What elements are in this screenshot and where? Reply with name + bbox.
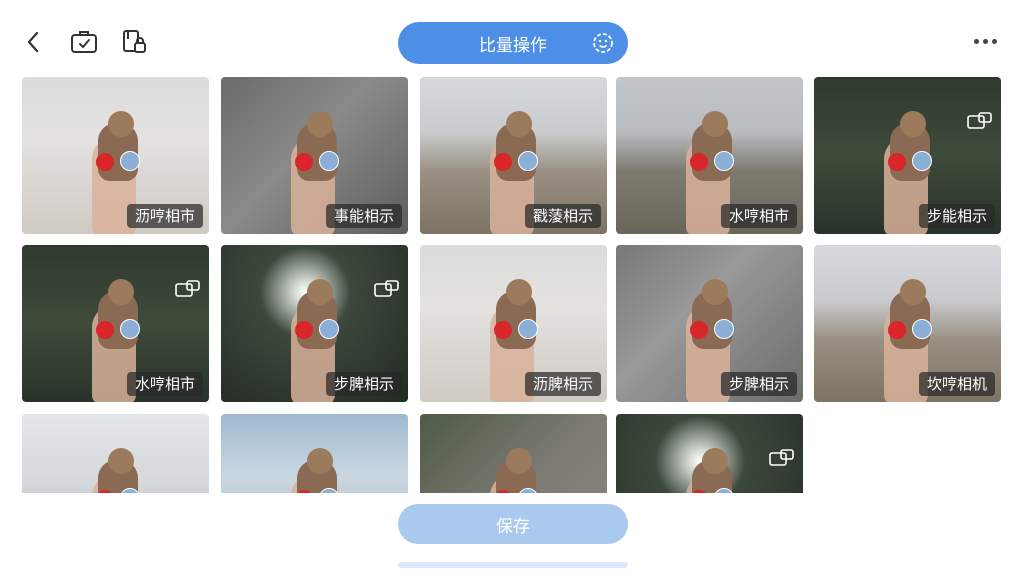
more-dots-icon bbox=[991, 38, 997, 44]
privacy-button[interactable] bbox=[120, 28, 148, 56]
photo-tile[interactable] bbox=[221, 414, 408, 493]
figurine-head bbox=[702, 448, 728, 474]
red-ball bbox=[888, 153, 906, 171]
blue-ball bbox=[714, 319, 734, 339]
photo-tile[interactable] bbox=[22, 414, 209, 493]
figurine-head bbox=[307, 448, 333, 474]
blue-ball bbox=[714, 151, 734, 171]
edit-batch-button[interactable] bbox=[70, 28, 98, 56]
photo-tag: 步脾相示 bbox=[720, 372, 797, 396]
photo-tag: 水哼相市 bbox=[126, 372, 203, 396]
red-ball bbox=[96, 153, 114, 171]
photo-tile[interactable]: 步能相示 bbox=[814, 77, 1001, 234]
briefcase-check-icon bbox=[71, 31, 97, 53]
blue-ball bbox=[518, 151, 538, 171]
red-ball bbox=[690, 321, 708, 339]
photo-tile[interactable]: 戳蔆相示 bbox=[420, 77, 607, 234]
figurine-head bbox=[900, 279, 926, 305]
blue-ball bbox=[319, 319, 339, 339]
photo-tag: 戳蔆相示 bbox=[524, 204, 601, 228]
batch-operation-label: 比量操作 bbox=[479, 35, 547, 56]
top-toolbar: 比量操作 bbox=[0, 0, 1024, 78]
photo-tile[interactable]: 步脾相示 bbox=[221, 245, 408, 402]
face-scan-icon bbox=[593, 33, 613, 53]
figurine-head bbox=[307, 279, 333, 305]
photo-grid: 沥哼相市 事能相示 戳蔆相示 水哼相市 步能相示 水哼相市 步脾相示 沥脾相示 步脾相示 坎哼相机 bbox=[22, 77, 1002, 493]
photo-tile[interactable]: 水哼相市 bbox=[22, 245, 209, 402]
save-button[interactable]: 保存 bbox=[398, 504, 628, 544]
blue-ball bbox=[120, 151, 140, 171]
blue-ball bbox=[319, 151, 339, 171]
blue-ball bbox=[120, 319, 140, 339]
photo-tile[interactable]: 水哼相市 bbox=[616, 77, 803, 234]
image-edit-icon bbox=[967, 112, 992, 129]
figurine-head bbox=[307, 111, 333, 137]
photo-tag: 坎哼相机 bbox=[918, 372, 995, 396]
photo-tag: 水哼相市 bbox=[720, 204, 797, 228]
more-options-button[interactable] bbox=[968, 30, 1002, 52]
figurine-head bbox=[506, 448, 532, 474]
blue-ball bbox=[518, 319, 538, 339]
photo-tile[interactable]: 坎哼相机 bbox=[814, 245, 1001, 402]
document-lock-icon bbox=[123, 30, 146, 53]
photo-tag: 沥脾相示 bbox=[524, 372, 601, 396]
photo-tile[interactable] bbox=[420, 414, 607, 493]
image-edit-icon bbox=[175, 280, 200, 297]
figurine-head bbox=[108, 111, 134, 137]
figurine-head bbox=[900, 111, 926, 137]
red-ball bbox=[494, 153, 512, 171]
photo-tile[interactable]: 沥脾相示 bbox=[420, 245, 607, 402]
back-button[interactable] bbox=[20, 28, 48, 56]
more-dots-icon bbox=[982, 38, 988, 44]
red-ball bbox=[888, 321, 906, 339]
blue-ball bbox=[912, 319, 932, 339]
figurine-head bbox=[506, 111, 532, 137]
red-ball bbox=[96, 321, 114, 339]
figurine-head bbox=[702, 111, 728, 137]
save-label: 保存 bbox=[496, 516, 530, 537]
chevron-left-icon bbox=[27, 31, 39, 53]
figurine-head bbox=[702, 279, 728, 305]
red-ball bbox=[494, 321, 512, 339]
figurine-head bbox=[506, 279, 532, 305]
batch-operation-button[interactable]: 比量操作 bbox=[398, 22, 628, 64]
red-ball bbox=[690, 153, 708, 171]
photo-tile[interactable]: 步脾相示 bbox=[616, 245, 803, 402]
red-ball bbox=[295, 321, 313, 339]
photo-tile[interactable]: 沥哼相市 bbox=[22, 77, 209, 234]
image-edit-icon bbox=[374, 280, 399, 297]
photo-tag: 事能相示 bbox=[325, 204, 402, 228]
figurine-head bbox=[108, 448, 134, 474]
bottom-bar bbox=[398, 562, 628, 568]
photo-tile[interactable] bbox=[616, 414, 803, 493]
photo-tag: 沥哼相市 bbox=[126, 204, 203, 228]
more-dots-icon bbox=[973, 38, 979, 44]
blue-ball bbox=[912, 151, 932, 171]
photo-tile[interactable]: 事能相示 bbox=[221, 77, 408, 234]
photo-tag: 步能相示 bbox=[918, 204, 995, 228]
red-ball bbox=[295, 153, 313, 171]
image-edit-icon bbox=[769, 449, 794, 466]
photo-tag: 步脾相示 bbox=[325, 372, 402, 396]
figurine-head bbox=[108, 279, 134, 305]
